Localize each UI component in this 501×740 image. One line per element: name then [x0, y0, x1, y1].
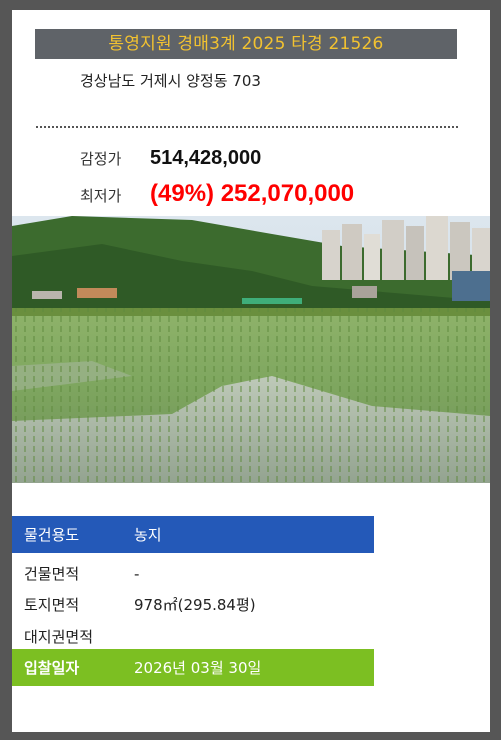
minimum-value: (49%) 252,070,000 — [150, 180, 355, 207]
building-area-value: - — [134, 564, 140, 583]
bid-date-value: 2026년 03월 30일 — [134, 659, 262, 677]
appraisal-value: 514,428,000 — [150, 147, 262, 169]
auction-card: 통영지원 경매3계 2025 타경 21526 경상남도 거제시 양정동 703… — [12, 10, 490, 732]
appraisal-label: 감정가 — [80, 150, 122, 168]
bid-date-label: 입찰일자 — [24, 659, 80, 677]
property-photo — [12, 216, 490, 483]
usage-row: 물건용도 농지 — [12, 516, 374, 553]
usage-value: 농지 — [134, 526, 162, 544]
property-address: 경상남도 거제시 양정동 703 — [80, 72, 261, 90]
case-title: 통영지원 경매3계 2025 타경 21526 — [35, 29, 457, 59]
bid-date-row: 입찰일자 2026년 03월 30일 — [12, 649, 374, 686]
usage-label: 물건용도 — [24, 526, 80, 544]
dotted-divider — [36, 126, 458, 128]
minimum-label: 최저가 — [80, 187, 122, 205]
land-area-label: 토지면적 — [24, 596, 80, 614]
land-area-value: 978㎡(295.84평) — [134, 596, 256, 614]
appraisal-price-row: 감정가 514,428,000 — [80, 147, 261, 170]
building-area-label: 건물면적 — [24, 565, 80, 583]
site-area-label: 대지권면적 — [24, 628, 94, 646]
minimum-price-row: 최저가 (49%) 252,070,000 — [80, 180, 354, 208]
